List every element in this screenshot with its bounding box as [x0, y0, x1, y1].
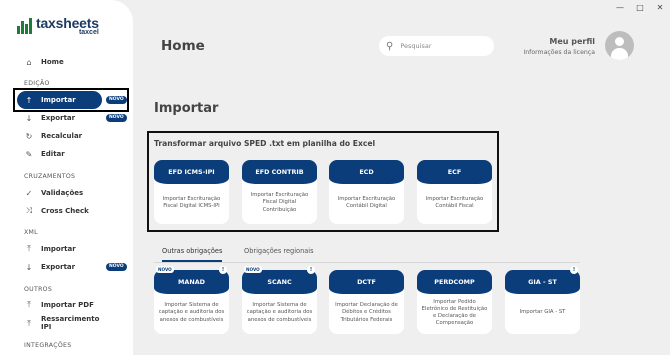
- new-badge: NOVO: [106, 263, 127, 271]
- card-title: PERDCOMP: [417, 270, 492, 294]
- sidebar-item-validacoes[interactable]: ✓ Validações: [14, 184, 128, 202]
- sidebar-item-cross-check[interactable]: ⤨ Cross Check: [14, 202, 128, 220]
- page-title: Home: [161, 38, 205, 54]
- sidebar-item-home[interactable]: ⌂ Home: [14, 53, 128, 71]
- window-controls: — □ ✕: [610, 0, 670, 14]
- sidebar-item-xml-importar[interactable]: ⤒ Importar: [14, 240, 128, 258]
- card-description: Importar Sistema de captação e auditoria…: [158, 302, 225, 323]
- sped-section-title: Transformar arquivo SPED .txt em planilh…: [154, 139, 376, 148]
- sidebar-item-recalcular[interactable]: ↻ Recalcular: [14, 127, 128, 145]
- card-title: EFD CONTRIB: [242, 160, 317, 184]
- check-icon: ✓: [25, 188, 33, 198]
- search-icon: ⚲: [386, 40, 394, 52]
- card-description: Importar GIA - ST: [519, 309, 566, 316]
- avatar[interactable]: [605, 31, 634, 60]
- maximize-button[interactable]: □: [630, 0, 650, 14]
- card-title: MANAD: [154, 270, 229, 294]
- card-dctf[interactable]: DCTF Importar Declaração de Débitos e Cr…: [329, 270, 404, 334]
- info-icon[interactable]: !: [307, 266, 315, 274]
- license-info: Informações da licença: [523, 49, 595, 56]
- app-logo: taxsheets taxcel: [17, 16, 99, 36]
- card-ecf[interactable]: ECF Importar Escrituração Contábil Fisca…: [417, 160, 492, 224]
- section-cruzamentos: CRUZAMENTOS: [24, 173, 76, 180]
- card-description: Importar Escrituração Fiscal Digital Con…: [250, 192, 309, 213]
- sidebar-item-editar[interactable]: ✎ Editar: [14, 145, 128, 163]
- download-icon: ↓: [25, 113, 33, 123]
- card-title: ECD: [329, 160, 404, 184]
- card-description: Importar Declaração de Débitos e Crédito…: [335, 302, 398, 323]
- card-description: Importar Escrituração Fiscal Digital ICM…: [162, 195, 221, 209]
- minimize-button[interactable]: —: [610, 0, 630, 14]
- sidebar-item-label: Exportar: [41, 263, 76, 271]
- pencil-icon: ✎: [25, 149, 33, 159]
- sidebar-item-importar-pdf[interactable]: ⤒ Importar PDF: [14, 296, 128, 314]
- refresh-icon: ↻: [25, 131, 33, 141]
- card-title: ECF: [417, 160, 492, 184]
- info-icon[interactable]: !: [219, 266, 227, 274]
- sidebar-item-label: Importar PDF: [41, 301, 94, 309]
- sidebar-item-label: Cross Check: [41, 207, 89, 215]
- card-efd-icms-ipi[interactable]: EFD ICMS-IPI Importar Escrituração Fisca…: [154, 160, 229, 224]
- sidebar-item-label: Editar: [41, 150, 65, 158]
- info-icon[interactable]: !: [570, 266, 578, 274]
- tab-outras-obrigacoes[interactable]: Outras obrigações: [162, 247, 223, 262]
- download-icon: ↓: [25, 262, 33, 272]
- sidebar-item-label: Validações: [41, 189, 84, 197]
- section-outros: OUTROS: [24, 286, 53, 293]
- shuffle-icon: ⤨: [25, 206, 33, 215]
- card-perdcomp[interactable]: PERDCOMP Importar Pedido Eletrônico de R…: [417, 270, 492, 334]
- card-description: Importar Escrituração Contábil Digital: [337, 195, 396, 209]
- close-button[interactable]: ✕: [650, 0, 670, 14]
- card-ecd[interactable]: ECD Importar Escrituração Contábil Digit…: [329, 160, 404, 224]
- card-title: SCANC: [242, 270, 317, 294]
- card-title: GIA - ST: [505, 270, 580, 294]
- card-description: Importar Sistema de captação e auditoria…: [246, 302, 313, 323]
- section-heading: Importar: [154, 101, 219, 116]
- search-box[interactable]: ⚲: [379, 36, 494, 56]
- card-gia-st[interactable]: GIA - ST Importar GIA - ST: [505, 270, 580, 334]
- sidebar-item-label: Exportar: [41, 114, 76, 122]
- search-input[interactable]: [400, 42, 481, 50]
- upload-icon: ⤒: [27, 300, 31, 309]
- new-badge: NOVO: [106, 114, 127, 122]
- section-integracoes: INTEGRAÇÕES: [24, 342, 72, 349]
- sidebar-item-label: Recalcular: [41, 132, 83, 140]
- obligations-tabs: Outras obrigações Obrigações regionais: [154, 243, 580, 263]
- section-edicao: EDIÇÃO: [24, 80, 50, 87]
- sidebar-item-label: Home: [41, 58, 64, 66]
- profile-name: Meu perfil: [549, 37, 595, 46]
- card-description: Importar Pedido Eletrônico de Restituiçã…: [421, 298, 488, 327]
- tab-obrigacoes-regionais[interactable]: Obrigações regionais: [244, 247, 314, 260]
- card-title: EFD ICMS-IPI: [154, 160, 229, 184]
- sidebar: taxsheets taxcel ⌂ Home EDIÇÃO ↑ Importa…: [0, 0, 133, 355]
- card-manad[interactable]: MANAD Importar Sistema de captação e aud…: [154, 270, 229, 334]
- section-xml: XML: [24, 229, 38, 236]
- new-badge: NOVO: [244, 266, 262, 273]
- sidebar-item-ressarcimento-ipi[interactable]: ⤒ Ressarcimento IPI: [14, 314, 128, 334]
- logo-icon: [17, 18, 33, 34]
- profile-info[interactable]: Meu perfil Informações da licença: [523, 37, 595, 56]
- upload-icon: ⤒: [27, 318, 31, 328]
- sidebar-item-label: Ressarcimento IPI: [41, 315, 100, 331]
- new-badge: NOVO: [156, 266, 174, 273]
- card-scanc[interactable]: SCANC Importar Sistema de captação e aud…: [242, 270, 317, 334]
- house-icon: ⌂: [26, 57, 32, 67]
- card-efd-contrib[interactable]: EFD CONTRIB Importar Escrituração Fiscal…: [242, 160, 317, 224]
- upload-icon: ⤒: [27, 244, 31, 253]
- card-description: Importar Escrituração Contábil Fiscal: [425, 195, 484, 209]
- card-title: DCTF: [329, 270, 404, 294]
- sidebar-item-label: Importar: [41, 245, 76, 253]
- logo-name: taxsheets: [36, 15, 99, 31]
- user-icon: [615, 37, 624, 46]
